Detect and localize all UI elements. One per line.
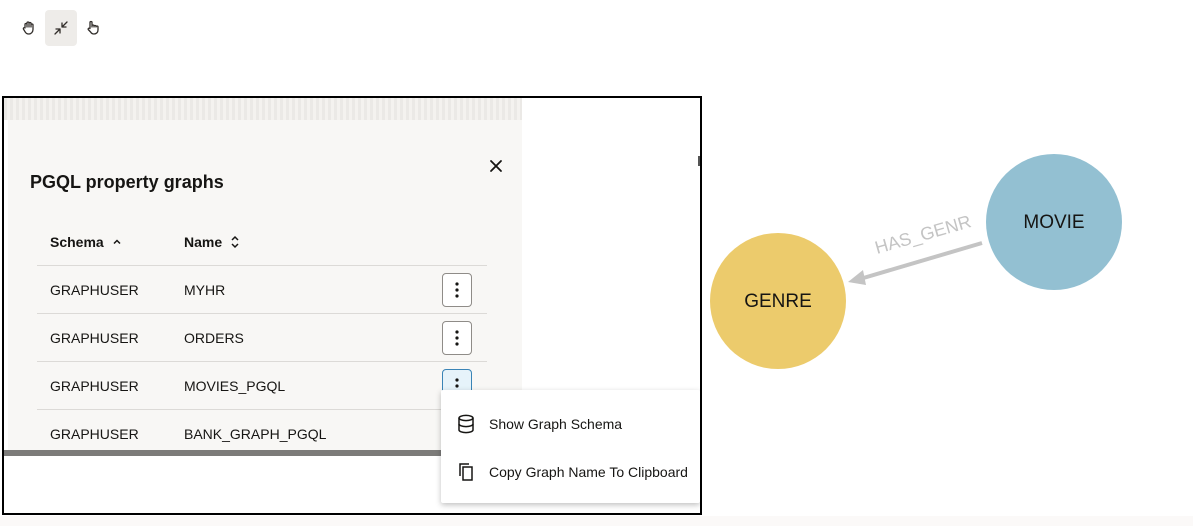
- row-context-menu: Show Graph Schema Copy Graph Name To Cli…: [441, 390, 700, 503]
- close-button[interactable]: [484, 154, 508, 178]
- row-actions-button[interactable]: [442, 273, 472, 307]
- cell-schema: GRAPHUSER: [50, 330, 139, 346]
- pan-hand-button[interactable]: [13, 10, 45, 46]
- cell-schema: GRAPHUSER: [50, 282, 139, 298]
- node-label-genre: GENRE: [744, 291, 812, 312]
- column-header-schema[interactable]: Schema: [50, 234, 122, 250]
- graph-canvas: HAS_GENR MOVIE GENRE: [710, 154, 1122, 369]
- menu-item-copy-graph-name[interactable]: Copy Graph Name To Clipboard: [441, 448, 700, 496]
- collapse-button[interactable]: [45, 10, 77, 46]
- menu-item-show-graph-schema[interactable]: Show Graph Schema: [441, 400, 700, 448]
- pan-pointer-icon: [87, 20, 99, 35]
- frame-marker: [698, 156, 700, 166]
- database-icon: [455, 413, 477, 435]
- row-actions-button[interactable]: [442, 321, 472, 355]
- cell-schema: GRAPHUSER: [50, 378, 139, 394]
- frame-top-band: [4, 98, 522, 120]
- dialog-title: PGQL property graphs: [30, 172, 224, 192]
- cell-schema: GRAPHUSER: [50, 426, 139, 442]
- menu-item-label: Show Graph Schema: [489, 416, 623, 432]
- more-vertical-icon: [455, 330, 459, 346]
- sort-ascending-icon: [113, 239, 121, 245]
- copy-icon: [455, 461, 477, 483]
- graph-toolbar: [13, 10, 109, 46]
- cell-name: MYHR: [184, 282, 226, 298]
- edge-arrowhead: [848, 270, 866, 285]
- pan-pointer-button[interactable]: [77, 10, 109, 46]
- table-row[interactable]: GRAPHUSER ORDERS: [37, 313, 487, 362]
- cell-name: MOVIES_PGQL: [184, 378, 286, 394]
- cell-name: BANK_GRAPH_PGQL: [184, 426, 327, 442]
- column-header-label: Schema: [50, 234, 104, 250]
- node-label-movie: MOVIE: [1023, 212, 1084, 233]
- column-header-label: Name: [184, 234, 223, 250]
- more-vertical-icon: [455, 282, 459, 298]
- sort-toggle-icon: [231, 235, 239, 249]
- menu-item-label: Copy Graph Name To Clipboard: [489, 464, 688, 480]
- pan-hand-icon: [22, 21, 34, 35]
- collapse-arrows-icon: [54, 21, 68, 35]
- table-row[interactable]: GRAPHUSER MYHR: [37, 265, 487, 314]
- graph-picker-frame: PGQL property graphs Schema Name GRAPHUS…: [2, 96, 702, 515]
- table-row[interactable]: GRAPHUSER MOVIES_PGQL: [37, 361, 487, 410]
- bottom-strip: [0, 516, 1193, 526]
- cell-name: ORDERS: [184, 330, 244, 346]
- column-header-name[interactable]: Name: [184, 234, 240, 250]
- close-icon: [490, 160, 502, 172]
